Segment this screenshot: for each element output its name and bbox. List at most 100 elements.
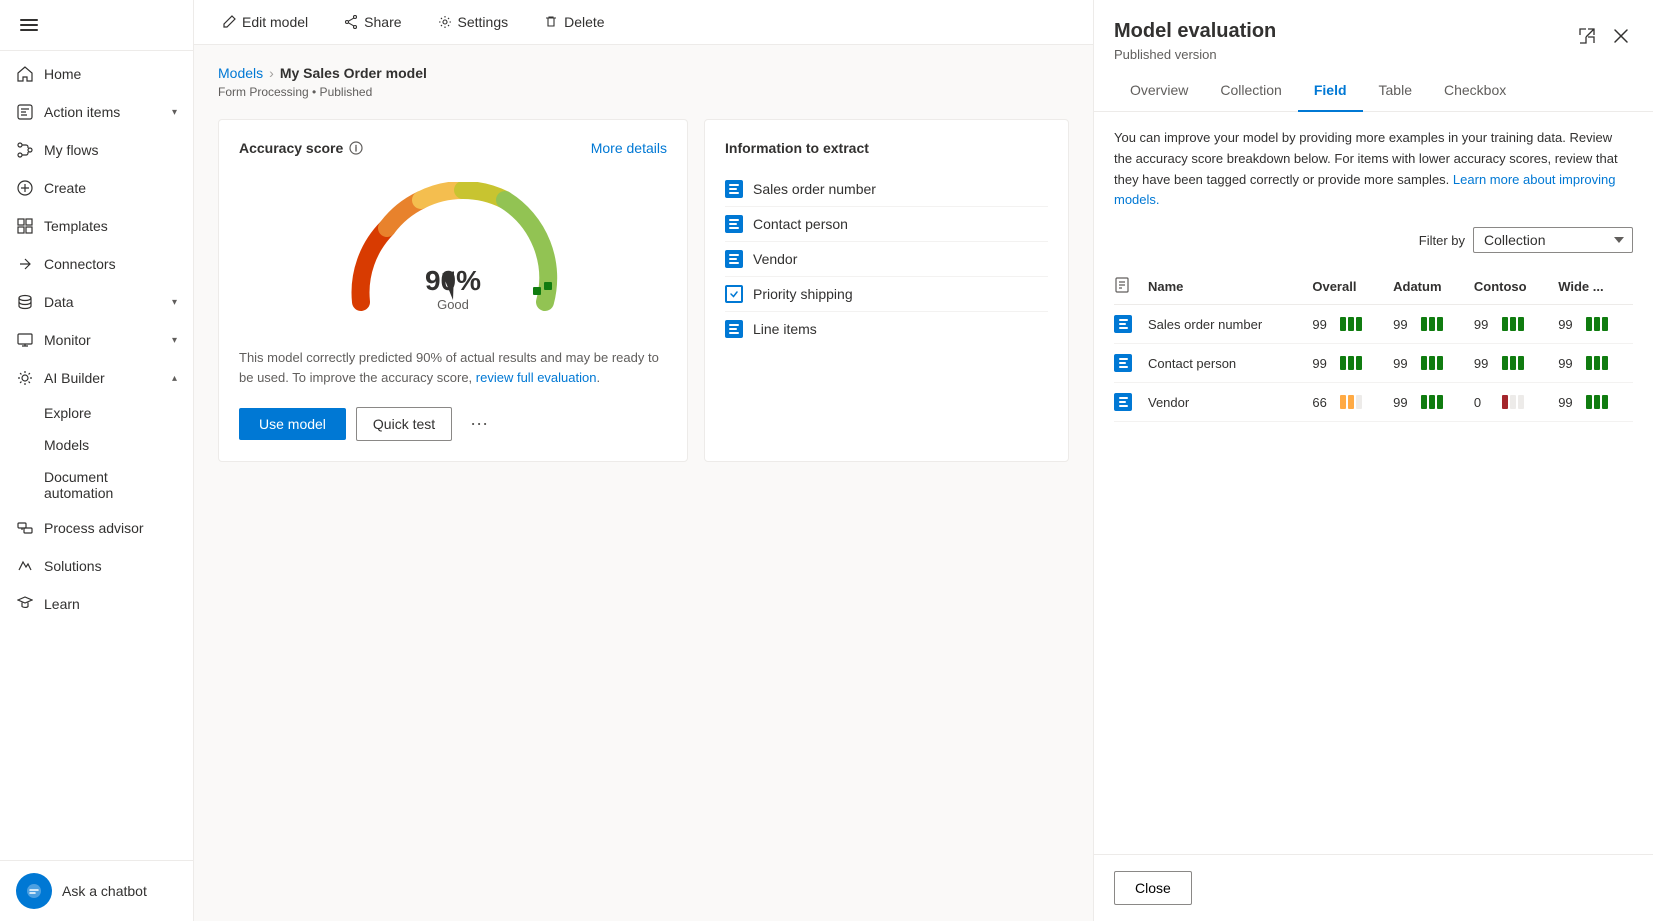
delete-icon	[544, 15, 558, 29]
hamburger-icon[interactable]	[16, 12, 42, 38]
sidebar-item-process-advisor[interactable]: Process advisor	[0, 509, 193, 547]
evaluation-table: Name Overall Adatum Contoso Wide ... Sal…	[1114, 269, 1633, 422]
more-options-button[interactable]: ⋯	[462, 408, 496, 441]
sidebar-item-templates[interactable]: Templates	[0, 207, 193, 245]
sidebar-item-solutions[interactable]: Solutions	[0, 547, 193, 585]
gauge-value: 90%	[425, 265, 481, 297]
row-name: Vendor	[1142, 383, 1306, 422]
score-adatum: 99	[1393, 317, 1462, 332]
sidebar-item-my-flows[interactable]: My flows	[0, 131, 193, 169]
score-bars-overall	[1340, 317, 1362, 331]
sidebar-item-monitor[interactable]: Monitor ▾	[0, 321, 193, 359]
info-items-list: Sales order number Contact person Vendor	[725, 172, 1048, 346]
list-item: Vendor	[725, 242, 1048, 277]
filter-row: Filter by Collection All Adatum Contoso …	[1114, 227, 1633, 253]
accuracy-description: This model correctly predicted 90% of ac…	[239, 348, 667, 387]
page-content: Models › My Sales Order model Form Proce…	[194, 45, 1093, 921]
score-wide: 99	[1558, 317, 1627, 332]
row-name: Sales order number	[1142, 305, 1306, 344]
gauge-label: Good	[425, 297, 481, 312]
page-subtitle: Form Processing • Published	[218, 85, 1069, 99]
tab-field[interactable]: Field	[1298, 74, 1363, 112]
col-adatum: Adatum	[1387, 269, 1468, 305]
panel-body: You can improve your model by providing …	[1094, 112, 1653, 854]
share-icon	[344, 15, 358, 29]
templates-icon	[16, 217, 34, 235]
sidebar-item-data[interactable]: Data ▾	[0, 283, 193, 321]
learn-icon	[16, 595, 34, 613]
sidebar-item-label: Process advisor	[44, 520, 144, 536]
sidebar-item-ai-builder[interactable]: AI Builder ▴	[0, 359, 193, 397]
filter-select[interactable]: Collection All Adatum Contoso Wide World	[1473, 227, 1633, 253]
process-icon	[16, 519, 34, 537]
info-card-title: Information to extract	[725, 140, 1048, 156]
accuracy-card-title: Accuracy score	[239, 140, 363, 156]
sidebar-item-action-items[interactable]: Action items ▾	[0, 93, 193, 131]
table-icon	[725, 320, 743, 338]
sidebar-item-label: Solutions	[44, 558, 102, 574]
expand-button[interactable]	[1575, 24, 1599, 51]
list-item: Contact person	[725, 207, 1048, 242]
sidebar-item-label: Connectors	[44, 256, 116, 272]
sidebar-item-document-automation[interactable]: Document automation	[0, 461, 193, 509]
sidebar-item-label: My flows	[44, 142, 98, 158]
score-contoso: 99	[1474, 317, 1546, 332]
gauge-center: 90% Good	[425, 265, 481, 312]
monitor-icon	[16, 331, 34, 349]
delete-button[interactable]: Delete	[536, 10, 612, 34]
sidebar-item-label: Explore	[44, 405, 91, 421]
tab-overview[interactable]: Overview	[1114, 74, 1204, 112]
sidebar-item-learn[interactable]: Learn	[0, 585, 193, 623]
score-adatum: 99	[1393, 356, 1462, 371]
score-wide: 99	[1558, 356, 1627, 371]
tab-checkbox[interactable]: Checkbox	[1428, 74, 1522, 112]
sidebar-item-home[interactable]: Home	[0, 55, 193, 93]
panel-subtitle: Published version	[1114, 47, 1276, 62]
quick-test-button[interactable]: Quick test	[356, 407, 452, 441]
score-adatum: 99	[1393, 395, 1462, 410]
sidebar: Home Action items ▾ My	[0, 0, 194, 921]
review-link[interactable]: review full evaluation	[476, 370, 597, 385]
sidebar-item-models[interactable]: Models	[0, 429, 193, 461]
edit-icon	[222, 15, 236, 29]
close-panel-button[interactable]	[1609, 24, 1633, 51]
checkbox-icon	[725, 285, 743, 303]
edit-model-button[interactable]: Edit model	[214, 10, 316, 34]
breadcrumb-parent[interactable]: Models	[218, 65, 263, 81]
share-button[interactable]: Share	[336, 10, 409, 34]
sidebar-footer: Ask a chatbot	[0, 860, 193, 921]
sidebar-item-connectors[interactable]: Connectors	[0, 245, 193, 283]
more-details-link[interactable]: More details	[591, 140, 667, 156]
close-button[interactable]: Close	[1114, 871, 1192, 905]
sidebar-item-label: Create	[44, 180, 86, 196]
chevron-down-icon: ▾	[172, 107, 177, 118]
tab-collection[interactable]: Collection	[1204, 74, 1297, 112]
table-row: Sales order number 99	[1114, 305, 1633, 344]
score-overall: 99	[1312, 317, 1381, 332]
toolbar: Edit model Share Settings Delete	[194, 0, 1093, 45]
sidebar-header	[0, 0, 193, 51]
score-wide: 99	[1558, 395, 1627, 410]
sidebar-item-label: Document automation	[44, 469, 177, 501]
tab-table[interactable]: Table	[1363, 74, 1428, 112]
settings-button[interactable]: Settings	[430, 10, 517, 34]
col-overall: Overall	[1306, 269, 1387, 305]
document-icon	[1114, 277, 1130, 293]
score-overall: 99	[1312, 356, 1381, 371]
chatbot-button[interactable]	[16, 873, 52, 909]
home-icon	[16, 65, 34, 83]
sidebar-nav: Home Action items ▾ My	[0, 51, 193, 860]
use-model-button[interactable]: Use model	[239, 408, 346, 440]
panel-footer: Close	[1094, 854, 1653, 921]
solutions-icon	[16, 557, 34, 575]
sidebar-item-create[interactable]: Create	[0, 169, 193, 207]
info-card: Information to extract Sales order numbe…	[704, 119, 1069, 462]
table-row: Contact person 99 9	[1114, 344, 1633, 383]
card-actions: Use model Quick test ⋯	[239, 407, 667, 441]
list-item: Sales order number	[725, 172, 1048, 207]
filter-label: Filter by	[1419, 233, 1465, 248]
sidebar-item-explore[interactable]: Explore	[0, 397, 193, 429]
col-name: Name	[1142, 269, 1306, 305]
sidebar-item-label: Monitor	[44, 332, 91, 348]
score-overall: 66	[1312, 395, 1381, 410]
